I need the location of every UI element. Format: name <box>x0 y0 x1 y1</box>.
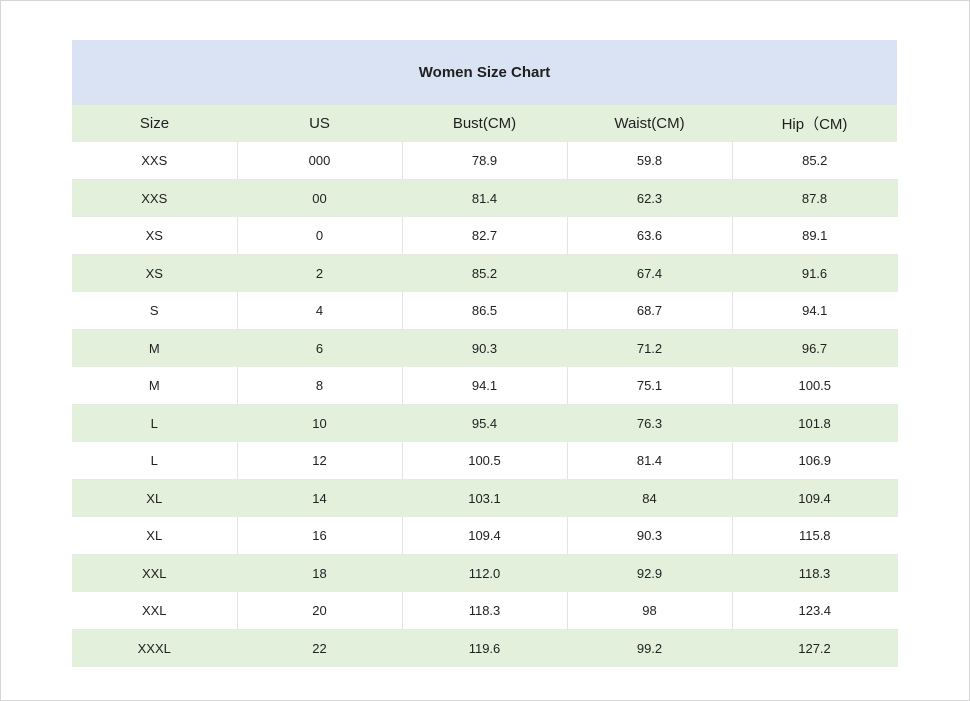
cell-waist: 62.3 <box>567 179 733 217</box>
cell-waist: 84 <box>567 479 733 517</box>
cell-hip: 85.2 <box>732 142 898 180</box>
table-row: XS 2 85.2 67.4 91.6 <box>72 254 898 292</box>
cell-hip: 89.1 <box>732 217 898 255</box>
table-row: XXS 00 81.4 62.3 87.8 <box>72 179 898 217</box>
cell-bust: 81.4 <box>402 179 568 217</box>
column-header-us: US <box>237 105 402 142</box>
cell-us: 10 <box>237 404 403 442</box>
cell-bust: 95.4 <box>402 404 568 442</box>
cell-bust: 82.7 <box>402 217 568 255</box>
size-chart-table: Women Size Chart Size US Bust(CM) Waist(… <box>72 40 898 667</box>
cell-size: XL <box>72 479 238 517</box>
cell-us: 22 <box>237 629 403 667</box>
table-row: M 6 90.3 71.2 96.7 <box>72 329 898 367</box>
cell-bust: 86.5 <box>402 292 568 330</box>
cell-hip: 87.8 <box>732 179 898 217</box>
cell-bust: 118.3 <box>402 592 568 630</box>
cell-size: XXS <box>72 179 238 217</box>
cell-waist: 59.8 <box>567 142 733 180</box>
cell-hip: 123.4 <box>732 592 898 630</box>
cell-bust: 100.5 <box>402 442 568 480</box>
cell-us: 2 <box>237 254 403 292</box>
cell-hip: 127.2 <box>732 629 898 667</box>
table-row: XXS 000 78.9 59.8 85.2 <box>72 142 898 180</box>
cell-us: 8 <box>237 367 403 405</box>
cell-size: S <box>72 292 238 330</box>
cell-waist: 99.2 <box>567 629 733 667</box>
table-row: XS 0 82.7 63.6 89.1 <box>72 217 898 255</box>
table-row: L 10 95.4 76.3 101.8 <box>72 404 898 442</box>
table-row: XXL 20 118.3 98 123.4 <box>72 592 898 630</box>
cell-waist: 71.2 <box>567 329 733 367</box>
cell-size: XS <box>72 254 238 292</box>
cell-size: XXL <box>72 592 238 630</box>
table-title: Women Size Chart <box>72 40 898 105</box>
cell-us: 18 <box>237 554 403 592</box>
cell-bust: 94.1 <box>402 367 568 405</box>
cell-size: M <box>72 367 238 405</box>
cell-hip: 101.8 <box>732 404 898 442</box>
cell-hip: 94.1 <box>732 292 898 330</box>
cell-bust: 90.3 <box>402 329 568 367</box>
table-row: S 4 86.5 68.7 94.1 <box>72 292 898 330</box>
cell-us: 00 <box>237 179 403 217</box>
cell-waist: 76.3 <box>567 404 733 442</box>
table-body: XXS 000 78.9 59.8 85.2 XXS 00 81.4 62.3 87.8 XS 0 82… <box>72 142 898 667</box>
table-row: L 12 100.5 81.4 106.9 <box>72 442 898 480</box>
cell-size: XXXL <box>72 629 238 667</box>
cell-bust: 78.9 <box>402 142 568 180</box>
cell-hip: 91.6 <box>732 254 898 292</box>
cell-waist: 63.6 <box>567 217 733 255</box>
cell-us: 16 <box>237 517 403 555</box>
cell-us: 4 <box>237 292 403 330</box>
cell-size: L <box>72 442 238 480</box>
cell-waist: 67.4 <box>567 254 733 292</box>
cell-us: 14 <box>237 479 403 517</box>
cell-size: XL <box>72 517 238 555</box>
column-header-bust: Bust(CM) <box>402 105 567 142</box>
cell-size: XXL <box>72 554 238 592</box>
table-row: M 8 94.1 75.1 100.5 <box>72 367 898 405</box>
cell-waist: 90.3 <box>567 517 733 555</box>
cell-hip: 118.3 <box>732 554 898 592</box>
cell-bust: 103.1 <box>402 479 568 517</box>
cell-bust: 85.2 <box>402 254 568 292</box>
cell-hip: 109.4 <box>732 479 898 517</box>
title-row: Women Size Chart <box>72 40 898 105</box>
table-row: XL 16 109.4 90.3 115.8 <box>72 517 898 555</box>
header-row: Size US Bust(CM) Waist(CM) Hip（CM) <box>72 105 898 142</box>
cell-us: 6 <box>237 329 403 367</box>
cell-size: XXS <box>72 142 238 180</box>
cell-waist: 68.7 <box>567 292 733 330</box>
cell-hip: 115.8 <box>732 517 898 555</box>
cell-us: 20 <box>237 592 403 630</box>
cell-size: XS <box>72 217 238 255</box>
cell-us: 12 <box>237 442 403 480</box>
cell-hip: 106.9 <box>732 442 898 480</box>
cell-waist: 98 <box>567 592 733 630</box>
cell-us: 000 <box>237 142 403 180</box>
cell-size: M <box>72 329 238 367</box>
column-header-hip: Hip（CM) <box>732 105 898 142</box>
cell-bust: 112.0 <box>402 554 568 592</box>
cell-bust: 119.6 <box>402 629 568 667</box>
table-row: XXXL 22 119.6 99.2 127.2 <box>72 629 898 667</box>
column-header-size: Size <box>72 105 237 142</box>
cell-bust: 109.4 <box>402 517 568 555</box>
column-header-waist: Waist(CM) <box>567 105 732 142</box>
cell-hip: 96.7 <box>732 329 898 367</box>
table-row: XXL 18 112.0 92.9 118.3 <box>72 554 898 592</box>
cell-waist: 81.4 <box>567 442 733 480</box>
cell-waist: 75.1 <box>567 367 733 405</box>
cell-us: 0 <box>237 217 403 255</box>
cell-hip: 100.5 <box>732 367 898 405</box>
table-row: XL 14 103.1 84 109.4 <box>72 479 898 517</box>
cell-size: L <box>72 404 238 442</box>
cell-waist: 92.9 <box>567 554 733 592</box>
